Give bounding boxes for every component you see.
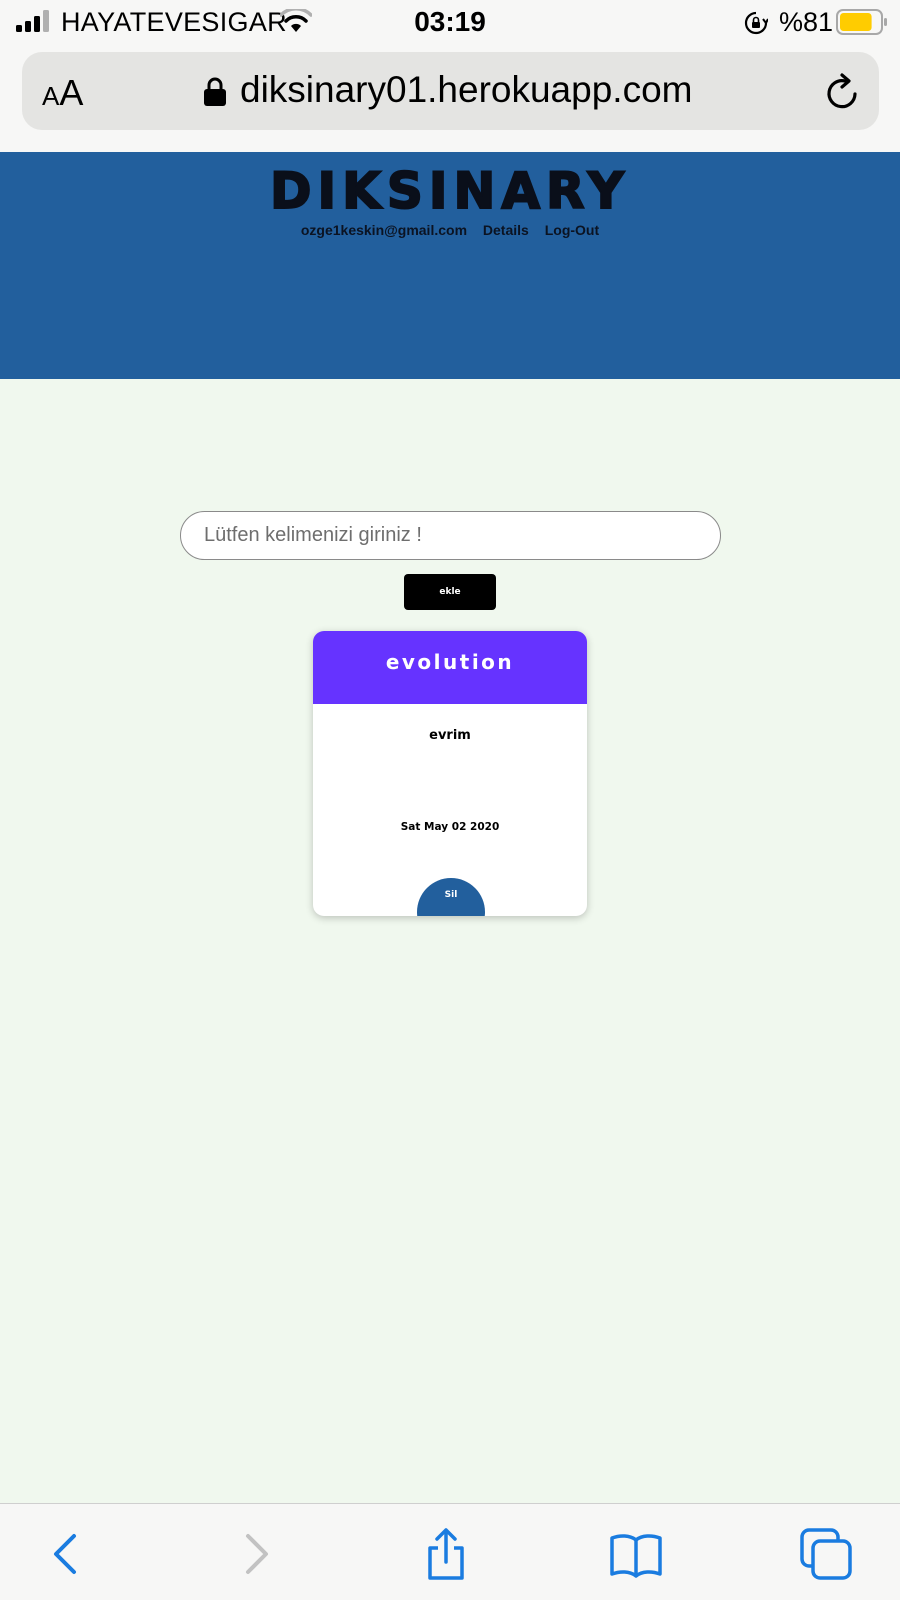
browser-address-area: AA diksinary01.herokuapp.com [0,46,900,152]
add-button[interactable]: ekle [404,574,496,610]
text-size-big-label: A [59,72,84,113]
user-email-link[interactable]: ozge1keskin@gmail.com [301,222,467,238]
site-header: DIKSINARY ozge1keskin@gmail.com Details … [0,152,900,379]
reload-icon[interactable] [824,72,862,112]
word-input[interactable] [180,511,721,560]
share-icon[interactable] [418,1526,474,1582]
address-bar[interactable]: AA diksinary01.herokuapp.com [22,52,879,130]
word-card: evolution evrim Sat May 02 2020 Sil [313,631,587,916]
header-nav: ozge1keskin@gmail.com Details Log-Out [0,222,900,238]
word-card-header: evolution [313,631,587,704]
word-date: Sat May 02 2020 [400,821,500,833]
battery-percent: %81 [779,7,834,37]
word-meaning: evrim [429,728,471,743]
rotation-lock-icon [744,11,768,35]
text-size-small-label: A [42,81,60,111]
battery-icon [836,9,887,35]
forward-icon[interactable] [228,1526,284,1582]
url-text[interactable]: diksinary01.herokuapp.com [240,69,692,111]
delete-button[interactable]: Sil [417,878,485,916]
tabs-icon[interactable] [798,1526,854,1582]
site-logo: DIKSINARY [269,161,630,221]
bookmarks-icon[interactable] [608,1526,664,1582]
back-icon[interactable] [38,1526,94,1582]
word-title: evolution [385,650,515,674]
logout-link[interactable]: Log-Out [545,222,599,238]
status-bar: HAYATEVESIGAR 03:19 %81 [0,0,900,46]
details-link[interactable]: Details [483,222,529,238]
text-size-button[interactable]: AA [42,72,84,113]
lock-icon [204,77,226,106]
browser-toolbar [0,1503,900,1600]
